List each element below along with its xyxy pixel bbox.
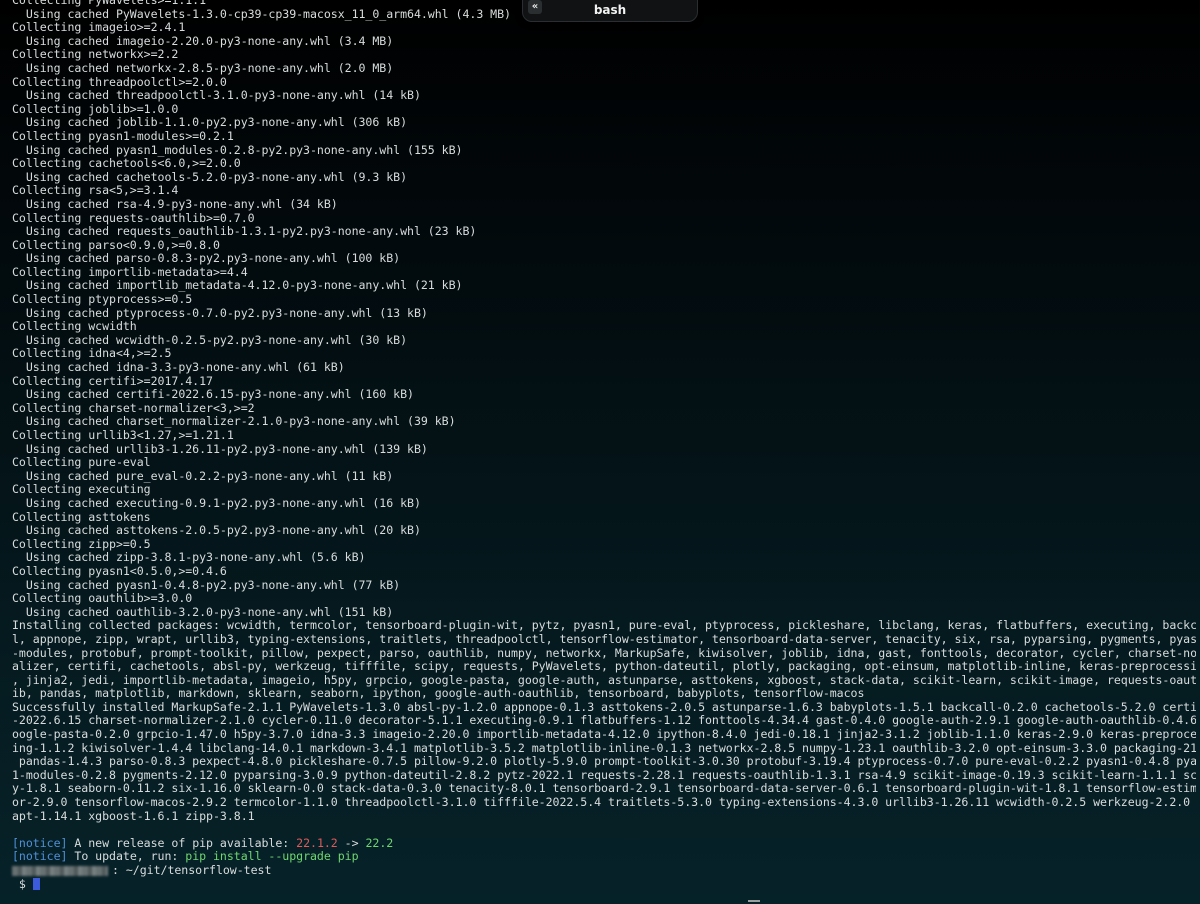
output-line: Using cached oauthlib-3.2.0-py3-none-any…: [12, 605, 394, 619]
output-line: Using cached importlib_metadata-4.12.0-p…: [12, 279, 463, 293]
output-line: Using cached threadpoolctl-3.1.0-py3-non…: [12, 89, 421, 103]
output-line: Collecting pyasn1-modules>=0.2.1: [12, 129, 234, 143]
output-line: Using cached rsa-4.9-py3-none-any.whl (3…: [12, 197, 338, 211]
output-line: Installing collected packages: wcwidth, …: [12, 619, 1196, 633]
output-line: Using cached certifi-2022.6.15-py3-none-…: [12, 388, 414, 402]
text-cursor[interactable]: [32, 878, 40, 891]
output-line: Successfully installed MarkupSafe-2.1.1 …: [12, 700, 1196, 714]
redacted-hostname: [12, 865, 108, 876]
output-line: Using cached asttokens-2.0.5-py2.py3-non…: [12, 524, 421, 538]
output-line: l, appnope, zipp, wrapt, urllib3, typing…: [12, 632, 1196, 646]
output-line: ing-1.1.2 kiwisolver-1.4.4 libclang-14.0…: [12, 741, 1196, 755]
output-line: Using cached executing-0.9.1-py2.py3-non…: [12, 496, 421, 510]
output-line: Collecting requests-oauthlib>=0.7.0: [12, 211, 255, 225]
pip-notice-update: [notice] To update, run: pip install --u…: [12, 850, 1196, 864]
pip-notice-release: [notice] A new release of pip available:…: [12, 837, 1196, 851]
output-line: , jinja2, jedi, importlib-metadata, imag…: [12, 673, 1196, 687]
output-line: Collecting asttokens: [12, 510, 151, 524]
output-line: Collecting cachetools<6.0,>=2.0.0: [12, 157, 241, 171]
output-line: Collecting threadpoolctl>=2.0.0: [12, 75, 227, 89]
output-line: Using cached urllib3-1.26.11-py2.py3-non…: [12, 442, 428, 456]
output-line: 1-modules-0.2.8 pygments-2.12.0 pyparsin…: [12, 768, 1196, 782]
upgrade-command: pip install --upgrade pip: [185, 850, 359, 864]
output-line: -2022.6.15 charset-normalizer-2.1.0 cycl…: [12, 714, 1196, 728]
output-line: Collecting charset-normalizer<3,>=2: [12, 401, 255, 415]
output-line: Collecting oauthlib>=3.0.0: [12, 592, 193, 606]
output-line: pandas-1.4.3 parso-0.8.3 pexpect-4.8.0 p…: [12, 755, 1196, 769]
output-line: apt-1.14.1 xgboost-1.6.1 zipp-3.8.1: [12, 809, 255, 823]
output-line: Using cached wcwidth-0.2.5-py2.py3-none-…: [12, 333, 408, 347]
output-line: Collecting pyasn1<0.5.0,>=0.4.6: [12, 564, 227, 578]
notice-tag: [notice]: [12, 850, 68, 864]
output-line: Collecting rsa<5,>=3.1.4: [12, 184, 179, 198]
output-line: Collecting ptyprocess>=0.5: [12, 293, 193, 307]
notice-text: A new release of pip available:: [67, 836, 297, 850]
prompt-symbol: $: [12, 876, 33, 891]
output-line: Collecting joblib>=1.0.0: [12, 102, 179, 116]
output-line: oogle-pasta-0.2.0 grpcio-1.47.0 h5py-3.7…: [12, 728, 1196, 742]
current-pip-version: 22.1.2: [296, 836, 338, 850]
output-line: Collecting zipp>=0.5: [12, 537, 151, 551]
terminal-output[interactable]: Collecting PyWavelets>=1.1.1 Using cache…: [12, 0, 1196, 891]
output-line: y-1.8.1 seaborn-0.11.2 six-1.16.0 sklear…: [12, 782, 1196, 796]
notice-tag: [notice]: [12, 836, 68, 850]
prompt-path: : ~/git/tensorflow-test: [112, 863, 272, 877]
output-line: Collecting idna<4,>=2.5: [12, 347, 172, 361]
notice-text: To update, run:: [67, 850, 186, 864]
scroll-indicator: [748, 900, 760, 902]
prompt-path-line: : ~/git/tensorflow-test: [12, 863, 1196, 878]
new-pip-version: 22.2: [365, 836, 394, 850]
output-line: Using cached joblib-1.1.0-py2.py3-none-a…: [12, 116, 408, 130]
output-line: Collecting networkx>=2.2: [12, 48, 179, 62]
output-line: Using cached ptyprocess-0.7.0-py2.py3-no…: [12, 306, 428, 320]
output-line: Collecting parso<0.9.0,>=0.8.0: [12, 238, 220, 252]
output-line: Collecting certifi>=2017.4.17: [12, 374, 213, 388]
output-line: -modules, protobuf, prompt-toolkit, pill…: [12, 646, 1196, 660]
version-arrow: ->: [337, 836, 366, 850]
terminal-tab[interactable]: « bash: [522, 0, 698, 22]
tab-title: bash: [593, 3, 627, 17]
output-line: Using cached requests_oauthlib-1.3.1-py2…: [12, 225, 477, 239]
log-lines: Collecting PyWavelets>=1.1.1 Using cache…: [12, 0, 1196, 823]
output-line: ib, pandas, matplotlib, markdown, sklear…: [12, 687, 865, 701]
output-line: Using cached pyasn1_modules-0.2.8-py2.py…: [12, 143, 463, 157]
output-line: Using cached pyasn1-0.4.8-py2.py3-none-a…: [12, 578, 401, 592]
output-line: Using cached pure_eval-0.2.2-py3-none-an…: [12, 469, 394, 483]
output-line: Collecting wcwidth: [12, 320, 137, 334]
output-line: Collecting imageio>=2.4.1: [12, 21, 186, 35]
output-line: Using cached parso-0.8.3-py2.py3-none-an…: [12, 252, 401, 266]
prompt-input-line[interactable]: $: [12, 876, 1196, 892]
output-line: or-2.9.0 tensorflow-macos-2.9.2 termcolo…: [12, 796, 1196, 810]
output-line: Collecting urllib3<1.27,>=1.21.1: [12, 429, 234, 442]
output-line: Using cached networkx-2.8.5-py3-none-any…: [12, 61, 394, 75]
output-line: Collecting importlib-metadata>=4.4: [12, 265, 248, 279]
output-line: Using cached cachetools-5.2.0-py3-none-a…: [12, 170, 408, 184]
output-line: Using cached idna-3.3-py3-none-any.whl (…: [12, 361, 345, 375]
output-line: Collecting pure-eval: [12, 456, 151, 470]
output-line: alizer, certifi, cachetools, absl-py, we…: [12, 660, 1196, 674]
output-line: Using cached zipp-3.8.1-py3-none-any.whl…: [12, 551, 366, 565]
output-line: Using cached imageio-2.20.0-py3-none-any…: [12, 34, 394, 48]
output-line: Collecting executing: [12, 483, 151, 497]
output-line: Using cached charset_normalizer-2.1.0-py…: [12, 415, 456, 429]
